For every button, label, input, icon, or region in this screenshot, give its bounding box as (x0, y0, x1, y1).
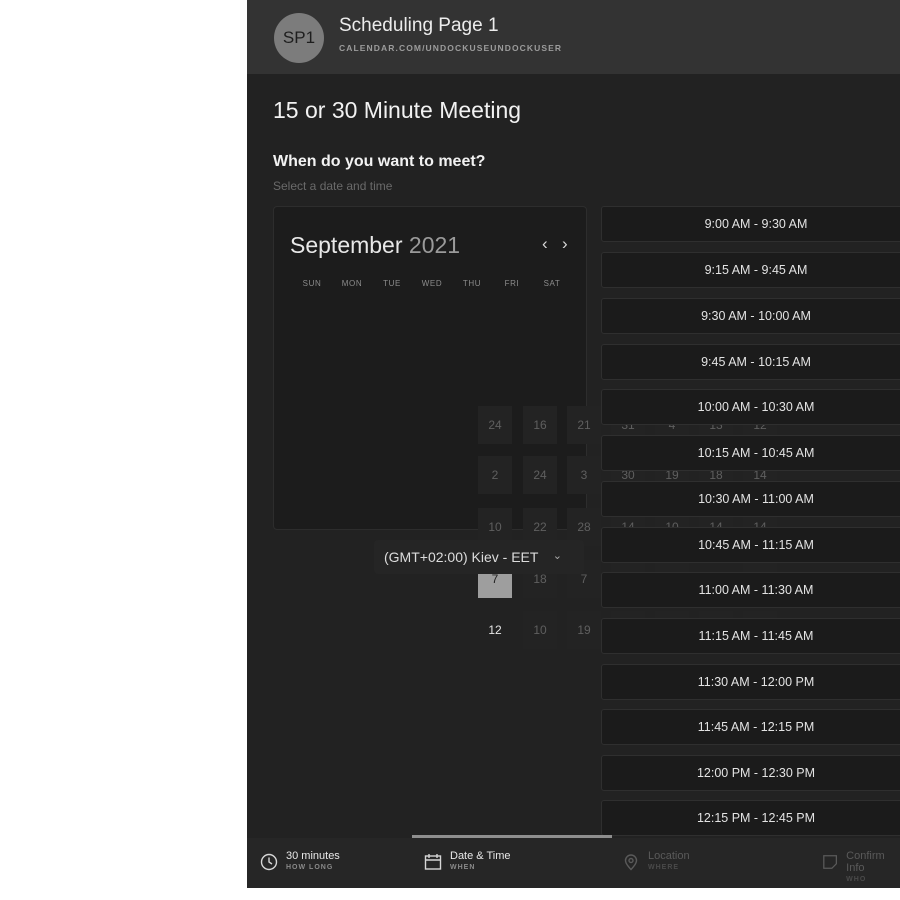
time-slot-button[interactable]: 11:15 AM - 11:45 AM (601, 618, 900, 654)
calendar-day[interactable]: 2 (478, 456, 512, 494)
note-icon (823, 855, 838, 869)
step-label: Date & Time (450, 850, 511, 862)
weekday-fri: FRI (504, 279, 520, 288)
step-label: 30 minutes (286, 850, 340, 862)
prev-month-button[interactable]: ‹ (542, 234, 548, 254)
calendar-month: September 2021 (290, 232, 460, 259)
step-duration[interactable]: 30 minutes HOW LONG (260, 850, 340, 871)
time-slot-button[interactable]: 9:15 AM - 9:45 AM (601, 252, 900, 288)
weekday-thu: THU (462, 279, 482, 288)
calendar-day[interactable]: 21 (567, 406, 601, 444)
calendar-icon (424, 854, 442, 870)
weekday-tue: TUE (383, 279, 401, 288)
weekday-header: SUN MON TUE WED THU FRI SAT (292, 279, 572, 288)
weekday-sun: SUN (302, 279, 322, 288)
step-sublabel: WHEN (450, 864, 476, 871)
weekday-sat: SAT (543, 279, 561, 288)
meeting-title: 15 or 30 Minute Meeting (273, 97, 522, 123)
avatar: SP1 (274, 13, 324, 63)
clock-icon (260, 853, 278, 871)
calendar-day[interactable]: 16 (523, 406, 557, 444)
time-slot-button[interactable]: 11:00 AM - 11:30 AM (601, 572, 900, 608)
chevron-down-icon: ⌄ (552, 550, 562, 562)
calendar-day[interactable]: 12 (478, 611, 512, 649)
time-slot-button[interactable]: 9:30 AM - 10:00 AM (601, 298, 900, 334)
time-slot-button[interactable]: 12:15 PM - 12:45 PM (601, 800, 900, 836)
page-title: Scheduling Page 1 (339, 15, 499, 36)
year-label: 2021 (408, 232, 461, 258)
step-sublabel: HOW LONG (286, 864, 334, 871)
step-confirm[interactable]: Confirm Info WHO (822, 850, 900, 883)
time-slot-button[interactable]: 11:45 AM - 12:15 PM (601, 709, 900, 745)
time-slot-button[interactable]: 12:00 PM - 12:30 PM (601, 755, 900, 791)
time-slot-button[interactable]: 10:00 AM - 10:30 AM (601, 389, 900, 425)
calendar-day[interactable]: 24 (478, 406, 512, 444)
time-slot-button[interactable]: 10:15 AM - 10:45 AM (601, 435, 900, 471)
calendar-day[interactable]: 3 (567, 456, 601, 494)
step-label: Location (648, 850, 690, 862)
weekday-mon: MON (341, 279, 363, 288)
timezone-select[interactable]: (GMT+02:00) Kiev - EET ⌄ (374, 540, 584, 574)
page-url[interactable]: CALENDAR.COM/UNDOCKUSEUNDOCKUSER (339, 43, 562, 53)
time-slot-button[interactable]: 10:45 AM - 11:15 AM (601, 527, 900, 563)
calendar-day[interactable]: 10 (523, 611, 557, 649)
next-month-button[interactable]: › (562, 234, 568, 254)
step-bar: 30 minutes HOW LONG Date & Time WHEN Loc… (247, 838, 900, 888)
date-hint: Select a date and time (273, 179, 393, 193)
time-slot-button[interactable]: 9:00 AM - 9:30 AM (601, 206, 900, 242)
location-pin-icon (624, 854, 638, 871)
time-slot-button[interactable]: 11:30 AM - 12:00 PM (601, 664, 900, 700)
step-sublabel: WHERE (648, 864, 680, 871)
time-slot-button[interactable]: 9:45 AM - 10:15 AM (601, 344, 900, 380)
calendar-day[interactable]: 19 (567, 611, 601, 649)
scheduling-app: SP1 Scheduling Page 1 CALENDAR.COM/UNDOC… (247, 0, 900, 888)
step-date-time[interactable]: Date & Time WHEN (424, 850, 511, 871)
calendar-day[interactable]: 24 (523, 456, 557, 494)
weekday-wed: WED (421, 279, 443, 288)
header: SP1 Scheduling Page 1 CALENDAR.COM/UNDOC… (247, 0, 900, 74)
date-question: When do you want to meet? (273, 153, 486, 170)
step-label: Confirm Info (846, 850, 885, 874)
timezone-value: (GMT+02:00) Kiev - EET (384, 549, 539, 565)
step-location[interactable]: Location WHERE (622, 850, 690, 871)
time-slot-button[interactable]: 10:30 AM - 11:00 AM (601, 481, 900, 517)
month-label: September (290, 232, 403, 258)
step-sublabel: WHO (846, 876, 867, 883)
